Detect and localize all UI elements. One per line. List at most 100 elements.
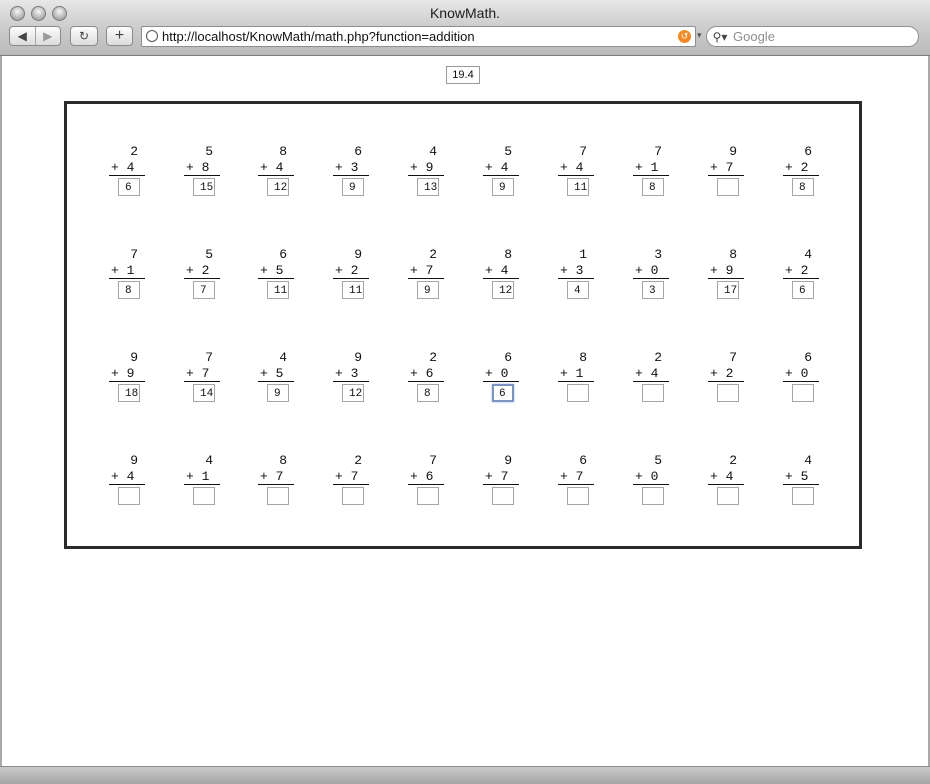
- second-addend: + 7: [184, 366, 220, 382]
- url-text: http://localhost/KnowMath/math.php?funct…: [162, 29, 475, 44]
- answer-input[interactable]: [417, 384, 439, 402]
- add-bookmark-button[interactable]: +: [106, 26, 133, 46]
- second-addend: + 6: [408, 469, 444, 485]
- window-titlebar: KnowMath. ◀ ▶ ↻ + http://localhost/KnowM…: [0, 0, 930, 56]
- answer-input[interactable]: [642, 487, 664, 505]
- second-addend: + 4: [483, 160, 519, 176]
- answer-input[interactable]: [642, 384, 664, 402]
- second-addend: + 0: [783, 366, 819, 382]
- second-addend-value: 4: [725, 469, 734, 484]
- plus-sign: +: [785, 469, 801, 484]
- answer-input[interactable]: [342, 281, 364, 299]
- answer-input[interactable]: [717, 178, 739, 196]
- answer-input[interactable]: [342, 384, 364, 402]
- answer-input[interactable]: [118, 178, 140, 196]
- search-input[interactable]: [733, 29, 903, 44]
- second-addend-value: 2: [350, 263, 359, 278]
- second-addend: + 3: [333, 160, 369, 176]
- plus-sign: +: [710, 366, 726, 381]
- address-dropdown-icon[interactable]: ▾: [697, 30, 702, 41]
- answer-input[interactable]: [717, 487, 739, 505]
- second-addend: + 7: [258, 469, 294, 485]
- answer-input[interactable]: [267, 487, 289, 505]
- answer-input[interactable]: [267, 384, 289, 402]
- second-addend: + 9: [408, 160, 444, 176]
- answer-input[interactable]: [193, 281, 215, 299]
- address-bar[interactable]: http://localhost/KnowMath/math.php?funct…: [141, 26, 696, 47]
- answer-input[interactable]: [567, 178, 589, 196]
- search-field[interactable]: ⚲▾: [706, 26, 919, 47]
- plus-sign: +: [111, 366, 127, 381]
- plus-sign: +: [635, 263, 651, 278]
- second-addend-value: 4: [126, 469, 135, 484]
- second-addend-value: 3: [350, 366, 359, 381]
- first-addend: 8: [279, 453, 287, 468]
- forward-icon[interactable]: ▶: [36, 29, 61, 43]
- answer-input[interactable]: [567, 384, 589, 402]
- answer-input[interactable]: [193, 384, 215, 402]
- second-addend: + 6: [408, 366, 444, 382]
- plus-sign: +: [560, 263, 576, 278]
- answer-input[interactable]: [792, 178, 814, 196]
- globe-icon: [146, 30, 158, 42]
- first-addend: 6: [504, 350, 512, 365]
- answer-input[interactable]: [567, 281, 589, 299]
- second-addend: + 5: [258, 263, 294, 279]
- second-addend-value: 0: [650, 263, 659, 278]
- first-addend: 2: [130, 144, 138, 159]
- answer-input[interactable]: [342, 487, 364, 505]
- first-addend: 4: [429, 144, 437, 159]
- second-addend: + 9: [109, 366, 145, 382]
- second-addend-value: 2: [800, 263, 809, 278]
- answer-input[interactable]: [417, 281, 439, 299]
- plus-sign: +: [186, 263, 202, 278]
- first-addend: 8: [279, 144, 287, 159]
- answer-input[interactable]: [792, 487, 814, 505]
- answer-input[interactable]: [792, 384, 814, 402]
- answer-input[interactable]: [717, 281, 739, 299]
- first-addend: 2: [354, 453, 362, 468]
- second-addend-value: 7: [275, 469, 284, 484]
- second-addend: + 0: [633, 469, 669, 485]
- first-addend: 7: [429, 453, 437, 468]
- answer-input[interactable]: [492, 178, 514, 196]
- search-icon[interactable]: ⚲▾: [707, 30, 733, 44]
- answer-input[interactable]: [417, 178, 439, 196]
- answer-input[interactable]: [417, 487, 439, 505]
- answer-input[interactable]: [642, 178, 664, 196]
- answer-input[interactable]: [792, 281, 814, 299]
- second-addend: + 4: [258, 160, 294, 176]
- answer-input[interactable]: [342, 178, 364, 196]
- second-addend-value: 5: [275, 366, 284, 381]
- second-addend: + 8: [184, 160, 220, 176]
- answer-input[interactable]: [492, 384, 514, 402]
- plus-sign: +: [410, 160, 426, 175]
- first-addend: 6: [279, 247, 287, 262]
- answer-input[interactable]: [193, 487, 215, 505]
- second-addend-value: 3: [575, 263, 584, 278]
- page-content: 19.4 2+ 45+ 88+ 46+ 34+ 95+ 47+ 47+ 19+ …: [2, 56, 928, 766]
- answer-input[interactable]: [492, 281, 514, 299]
- answer-input[interactable]: [193, 178, 215, 196]
- answer-input[interactable]: [267, 281, 289, 299]
- answer-input[interactable]: [118, 384, 140, 402]
- answer-input[interactable]: [118, 487, 140, 505]
- answer-input[interactable]: [492, 487, 514, 505]
- reload-button[interactable]: ↻: [70, 26, 98, 46]
- second-addend: + 4: [109, 160, 145, 176]
- second-addend: + 7: [558, 469, 594, 485]
- second-addend: + 2: [783, 263, 819, 279]
- answer-input[interactable]: [118, 281, 140, 299]
- first-addend: 8: [504, 247, 512, 262]
- answer-input[interactable]: [567, 487, 589, 505]
- back-icon[interactable]: ◀: [10, 29, 35, 43]
- second-addend-value: 4: [126, 160, 135, 175]
- snapback-icon[interactable]: ↺: [678, 30, 691, 43]
- answer-input[interactable]: [642, 281, 664, 299]
- answer-input[interactable]: [267, 178, 289, 196]
- answer-input[interactable]: [717, 384, 739, 402]
- first-addend: 6: [804, 144, 812, 159]
- plus-icon: +: [114, 27, 125, 44]
- plus-sign: +: [410, 366, 426, 381]
- second-addend-value: 8: [201, 160, 210, 175]
